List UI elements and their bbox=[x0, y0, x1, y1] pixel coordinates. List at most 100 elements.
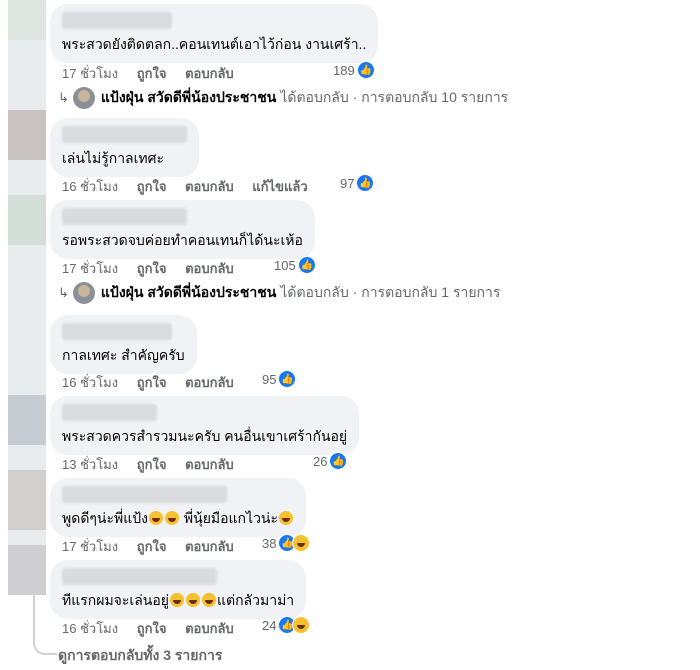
comment-bubble: รอพระสวดจบค่อยทำคอนเทนก็ได้นะเห้อ bbox=[50, 200, 315, 259]
blurred-name bbox=[62, 404, 157, 421]
replies-link[interactable]: ↳ แป้งฝุ่น สวัดดีพี่น้องประชาชน ได้ตอบกล… bbox=[58, 87, 508, 109]
blurred-name bbox=[62, 126, 187, 143]
comment-text: เล่นไม่รู้กาลเทศะ bbox=[62, 150, 165, 166]
reaction-summary[interactable]: 105 👍 bbox=[274, 256, 316, 274]
like-icon: 👍 bbox=[278, 370, 297, 388]
comment-text: กาลเทศะ สำคัญครับ bbox=[62, 347, 185, 363]
reply-author: แป้งฝุ่น สวัดดีพี่น้องประชาชน bbox=[100, 284, 277, 300]
reaction-summary[interactable]: 95 👍 bbox=[262, 370, 297, 388]
comment: พระสวดยังติดตลก..คอนเทนต์เอาไว้ก่อน งานเ… bbox=[50, 4, 379, 63]
comment-age[interactable]: 16 ชั่วโมง bbox=[62, 372, 118, 393]
comment: รอพระสวดจบค่อยทำคอนเทนก็ได้นะเห้อ bbox=[50, 200, 315, 259]
comment: ทีแรกผมจะเล่นอยู่ แต่กลัวมาม่า bbox=[50, 560, 307, 619]
blurred-name bbox=[62, 568, 217, 585]
comment-age[interactable]: 13 ชั่วโมง bbox=[62, 454, 118, 475]
laughing-emoji-icon bbox=[279, 511, 294, 525]
reply-arrow-icon: ↳ bbox=[58, 90, 69, 105]
like-button[interactable]: ถูกใจ bbox=[137, 454, 167, 475]
comment-age[interactable]: 17 ชั่วโมง bbox=[62, 63, 118, 84]
comment-actions: 17 ชั่วโมง ถูกใจ ตอบกลับ bbox=[50, 63, 249, 83]
reaction-count: 38 bbox=[262, 535, 277, 551]
like-button[interactable]: ถูกใจ bbox=[137, 372, 167, 393]
blurred-block bbox=[8, 0, 46, 40]
reply-button[interactable]: ตอบกลับ bbox=[185, 536, 234, 557]
blurred-name bbox=[62, 486, 227, 503]
laughing-emoji-icon bbox=[149, 511, 163, 525]
reaction-count: 189 bbox=[333, 62, 355, 78]
reaction-summary[interactable]: 189 👍 bbox=[333, 61, 375, 79]
comment-text: ทีแรกผมจะเล่นอยู่ แต่กลัวมาม่า bbox=[62, 591, 294, 610]
comment-text: รอพระสวดจบค่อยทำคอนเทนก็ได้นะเห้อ bbox=[62, 232, 303, 248]
reply-button[interactable]: ตอบกลับ bbox=[185, 176, 234, 197]
like-button[interactable]: ถูกใจ bbox=[137, 258, 167, 279]
comment-text: พระสวดยังติดตลก..คอนเทนต์เอาไว้ก่อน งานเ… bbox=[62, 36, 367, 52]
reaction-count: 26 bbox=[313, 453, 328, 469]
reply-button[interactable]: ตอบกลับ bbox=[185, 258, 234, 279]
blurred-block bbox=[8, 470, 46, 530]
comment-bubble: พูดดีๆน่ะพี่แป้ง พี่นุ้ยมือแกไวน่ะ bbox=[50, 478, 307, 537]
haha-icon bbox=[292, 534, 311, 552]
reply-button[interactable]: ตอบกลับ bbox=[185, 63, 234, 84]
comment-actions: 16 ชั่วโมง ถูกใจ ตอบกลับ แก้ไขแล้ว bbox=[50, 176, 323, 196]
blurred-block bbox=[8, 395, 46, 445]
reaction-summary[interactable]: 26 👍 bbox=[313, 452, 348, 470]
comment-actions: 16 ชั่วโมง ถูกใจ ตอบกลับ bbox=[50, 618, 249, 638]
avatar bbox=[72, 282, 95, 304]
like-icon: 👍 bbox=[356, 61, 375, 79]
reaction-count: 95 bbox=[262, 371, 277, 387]
like-button[interactable]: ถูกใจ bbox=[137, 63, 167, 84]
comment-age[interactable]: 16 ชั่วโมง bbox=[62, 618, 118, 639]
reaction-count: 97 bbox=[340, 175, 355, 191]
comment-age[interactable]: 17 ชั่วโมง bbox=[62, 258, 118, 279]
like-icon: 👍 bbox=[329, 452, 348, 470]
laughing-emoji-icon bbox=[185, 593, 200, 607]
like-button[interactable]: ถูกใจ bbox=[137, 618, 167, 639]
reply-button[interactable]: ตอบกลับ bbox=[185, 618, 234, 639]
comment-bubble: พระสวดควรสำรวมนะครับ คนอื่นเขาเศร้ากันอย… bbox=[50, 396, 360, 455]
comment-bubble: กาลเทศะ สำคัญครับ bbox=[50, 315, 197, 374]
laughing-emoji-icon bbox=[169, 593, 184, 607]
comment-text: พระสวดควรสำรวมนะครับ คนอื่นเขาเศร้ากันอย… bbox=[62, 428, 348, 444]
like-button[interactable]: ถูกใจ bbox=[137, 176, 167, 197]
reaction-count: 24 bbox=[262, 617, 277, 633]
reaction-summary[interactable]: 38 👍 bbox=[262, 534, 311, 552]
laughing-emoji-icon bbox=[165, 511, 179, 525]
like-icon: 👍 bbox=[356, 174, 375, 192]
comment-actions: 13 ชั่วโมง ถูกใจ ตอบกลับ bbox=[50, 454, 249, 474]
comment: เล่นไม่รู้กาลเทศะ bbox=[50, 118, 199, 177]
avatar bbox=[72, 87, 95, 109]
reply-button[interactable]: ตอบกลับ bbox=[185, 454, 234, 475]
blurred-block bbox=[8, 195, 46, 245]
reply-summary: ได้ตอบกลับ · การตอบกลับ 1 รายการ bbox=[280, 284, 501, 300]
comment-actions: 17 ชั่วโมง ถูกใจ ตอบกลับ bbox=[50, 536, 249, 556]
blurred-block bbox=[8, 545, 46, 595]
comment: พระสวดควรสำรวมนะครับ คนอื่นเขาเศร้ากันอย… bbox=[50, 396, 360, 455]
reply-summary: ได้ตอบกลับ · การตอบกลับ 10 รายการ bbox=[280, 89, 509, 105]
haha-icon bbox=[292, 616, 311, 634]
reaction-count: 105 bbox=[274, 257, 296, 273]
reply-button[interactable]: ตอบกลับ bbox=[185, 372, 234, 393]
blurred-name bbox=[62, 12, 172, 29]
like-icon: 👍 bbox=[297, 256, 316, 274]
comment: กาลเทศะ สำคัญครับ bbox=[50, 315, 197, 374]
replies-link[interactable]: ↳ แป้งฝุ่น สวัดดีพี่น้องประชาชน ได้ตอบกล… bbox=[58, 282, 500, 304]
comment-age[interactable]: 17 ชั่วโมง bbox=[62, 536, 118, 557]
comment-age[interactable]: 16 ชั่วโมง bbox=[62, 176, 118, 197]
edited-label[interactable]: แก้ไขแล้ว bbox=[252, 176, 307, 197]
comment-bubble: เล่นไม่รู้กาลเทศะ bbox=[50, 118, 199, 177]
comment-bubble: พระสวดยังติดตลก..คอนเทนต์เอาไว้ก่อน งานเ… bbox=[50, 4, 379, 63]
reply-arrow-icon: ↳ bbox=[58, 285, 69, 300]
reply-author: แป้งฝุ่น สวัดดีพี่น้องประชาชน bbox=[100, 89, 277, 105]
comment-actions: 17 ชั่วโมง ถูกใจ ตอบกลับ bbox=[50, 258, 249, 278]
reaction-summary[interactable]: 24 👍 bbox=[262, 616, 311, 634]
like-button[interactable]: ถูกใจ bbox=[137, 536, 167, 557]
view-all-replies-link[interactable]: ดูการตอบกลับทั้ง 3 รายการ bbox=[58, 645, 222, 667]
blurred-left-strip bbox=[8, 0, 46, 595]
comment-text-part: พี่นุ้ยมือแกไวน่ะ bbox=[180, 510, 279, 526]
comment-text-part: แต่กลัวมาม่า bbox=[216, 592, 295, 608]
comment-actions: 16 ชั่วโมง ถูกใจ ตอบกลับ bbox=[50, 372, 249, 392]
blurred-name bbox=[62, 323, 172, 340]
comment-text-part: ทีแรกผมจะเล่นอยู่ bbox=[62, 592, 169, 608]
reaction-summary[interactable]: 97 👍 bbox=[340, 174, 375, 192]
comment-bubble: ทีแรกผมจะเล่นอยู่ แต่กลัวมาม่า bbox=[50, 560, 307, 619]
